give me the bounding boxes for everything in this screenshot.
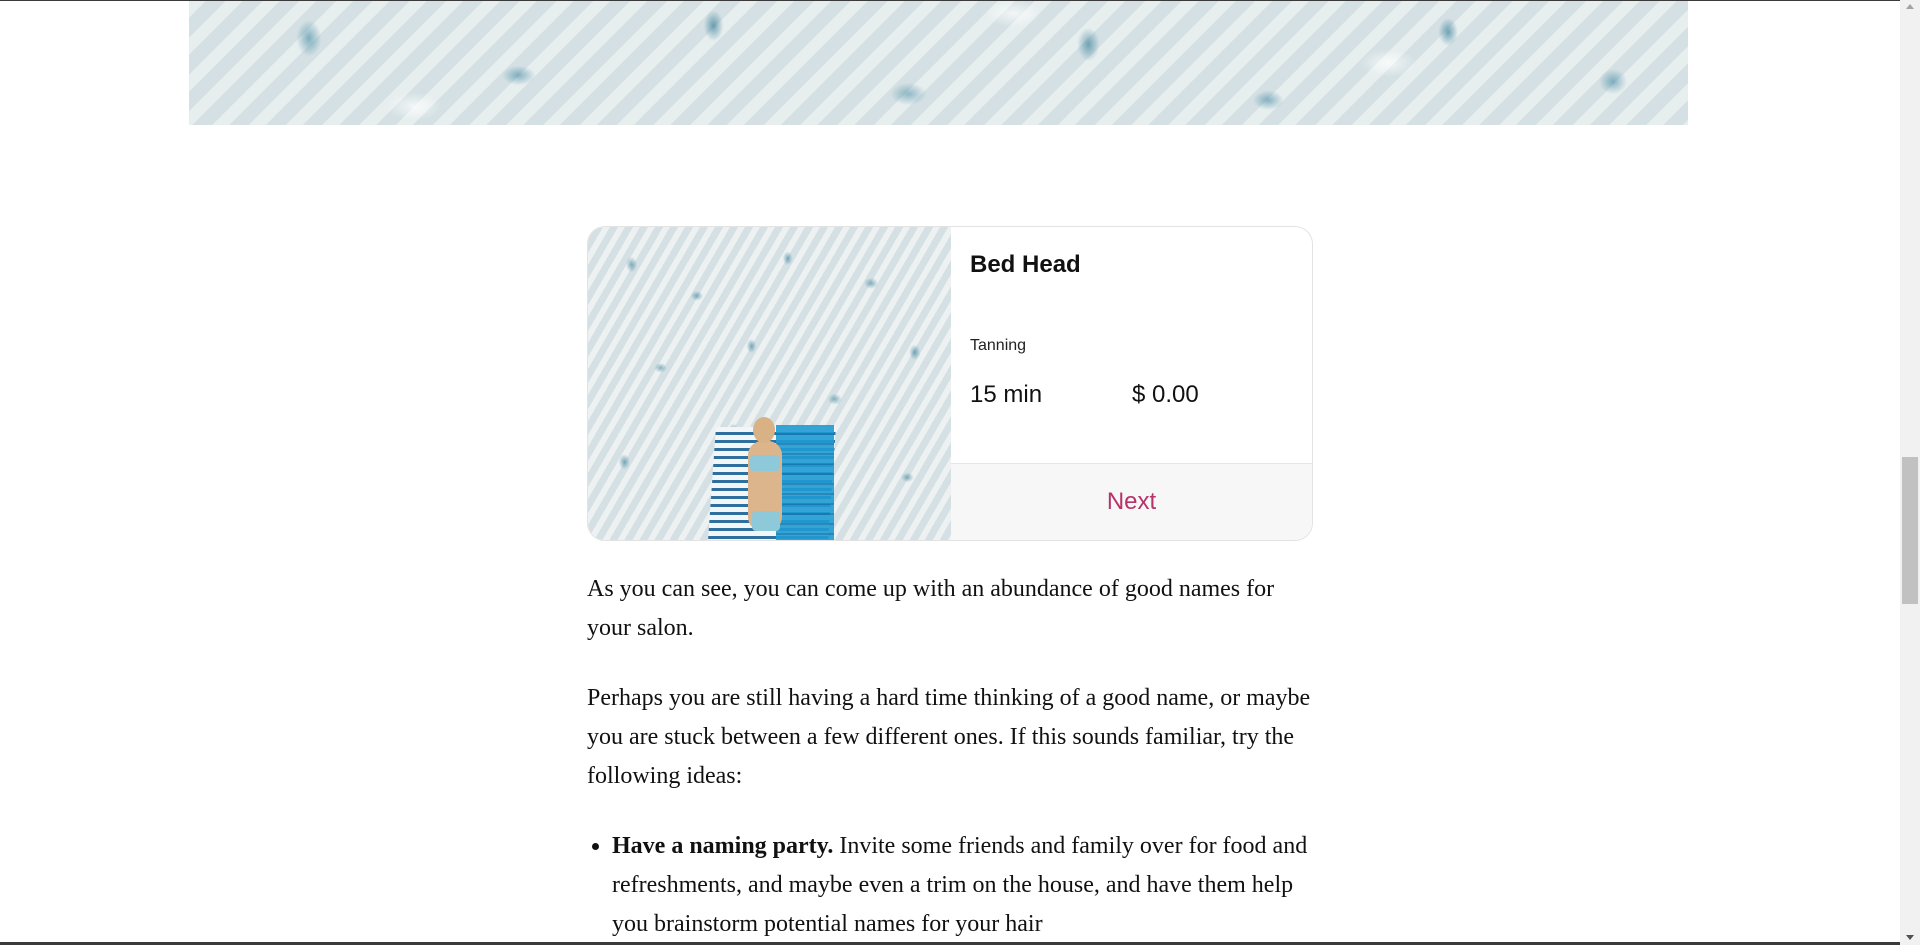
vertical-scrollbar[interactable] [1900, 0, 1920, 945]
swimsuit-bottom-graphic [752, 511, 780, 531]
service-image-woman-tanning-on-beach [588, 227, 951, 540]
service-info: Bed Head Tanning 15 min $ 0.00 Next [951, 227, 1312, 540]
page: Bed Head Tanning 15 min $ 0.00 Next As y… [0, 0, 1920, 945]
article-body: As you can see, you can come up with an … [587, 570, 1312, 944]
swimsuit-top-graphic [750, 455, 780, 471]
service-title: Bed Head [970, 251, 1081, 278]
person-head-graphic [753, 417, 775, 443]
service-price: $ 0.00 [1132, 381, 1199, 408]
next-button[interactable]: Next [951, 463, 1312, 540]
scrollbar-thumb[interactable] [1902, 457, 1918, 604]
towel-blue-graphic [776, 425, 834, 540]
list-item: Have a naming party. Invite some friends… [612, 827, 1312, 944]
service-duration: 15 min [970, 381, 1043, 408]
service-category: Tanning [970, 337, 1027, 354]
ideas-list: Have a naming party. Invite some friends… [587, 827, 1312, 944]
article-paragraph: Perhaps you are still having a hard time… [587, 685, 1311, 789]
list-item-heading: Have a naming party. [612, 833, 834, 859]
scroll-up-arrow-icon[interactable] [1906, 4, 1914, 9]
hero-image-sand-beach [189, 1, 1688, 125]
service-card: Bed Head Tanning 15 min $ 0.00 Next [587, 226, 1313, 541]
scroll-down-arrow-icon[interactable] [1906, 935, 1914, 940]
article-paragraph: As you can see, you can come up with an … [587, 576, 1275, 641]
